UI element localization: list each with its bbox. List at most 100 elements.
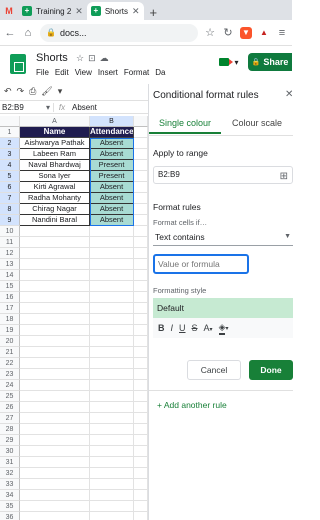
empty-cell[interactable] — [20, 347, 90, 358]
empty-cell[interactable] — [90, 391, 134, 402]
empty-cell[interactable] — [90, 325, 134, 336]
name-cell[interactable]: Chirag Nagar — [20, 204, 90, 215]
empty-cell[interactable] — [20, 259, 90, 270]
empty-cell[interactable] — [20, 270, 90, 281]
empty-cell[interactable] — [134, 402, 148, 413]
empty-cell[interactable] — [134, 490, 148, 501]
empty-cell[interactable] — [134, 193, 148, 204]
empty-cell[interactable] — [90, 457, 134, 468]
attendance-cell[interactable]: Present — [90, 171, 134, 182]
row-header[interactable]: 14 — [0, 270, 20, 281]
row-header[interactable]: 25 — [0, 391, 20, 402]
empty-cell[interactable] — [134, 424, 148, 435]
empty-cell[interactable] — [90, 490, 134, 501]
formula-input[interactable]: Absent — [70, 103, 97, 112]
column-header-a[interactable]: A — [20, 116, 90, 127]
empty-cell[interactable] — [134, 512, 148, 520]
text-color-button[interactable]: A▾ — [204, 323, 213, 333]
empty-cell[interactable] — [90, 501, 134, 512]
tab-single-colour[interactable]: Single colour — [149, 118, 221, 134]
empty-cell[interactable] — [90, 237, 134, 248]
meet-button[interactable]: ▾ — [218, 54, 240, 70]
empty-cell[interactable] — [134, 226, 148, 237]
new-tab-button[interactable]: + — [144, 5, 164, 20]
empty-cell[interactable] — [134, 270, 148, 281]
row-header[interactable]: 8 — [0, 204, 20, 215]
row-header[interactable]: 11 — [0, 237, 20, 248]
tab-training-2[interactable]: + Training 2 ✕ — [18, 2, 87, 20]
style-preset-dropdown[interactable]: Default — [153, 298, 293, 318]
menu-icon[interactable]: ≡ — [276, 27, 288, 39]
empty-cell[interactable] — [90, 413, 134, 424]
paint-format-icon[interactable]: 🖌 — [41, 86, 52, 97]
tab-gmail[interactable]: M — [0, 2, 18, 20]
empty-cell[interactable] — [134, 182, 148, 193]
row-header[interactable]: 1 — [0, 127, 20, 138]
empty-cell[interactable] — [20, 391, 90, 402]
row-header[interactable]: 16 — [0, 292, 20, 303]
empty-cell[interactable] — [90, 347, 134, 358]
close-icon[interactable]: ✕ — [75, 6, 83, 17]
name-cell[interactable]: Aishwarya Pathak — [20, 138, 90, 149]
undo-icon[interactable]: ↶ — [4, 86, 12, 97]
empty-cell[interactable] — [20, 303, 90, 314]
attendance-cell[interactable]: Absent — [90, 204, 134, 215]
row-header[interactable]: 24 — [0, 380, 20, 391]
empty-cell[interactable] — [134, 347, 148, 358]
attendance-cell[interactable]: Absent — [90, 215, 134, 226]
done-button[interactable]: Done — [249, 360, 293, 380]
condition-dropdown[interactable]: Text contains ▼ — [153, 230, 293, 246]
empty-cell[interactable] — [134, 248, 148, 259]
empty-cell[interactable] — [134, 468, 148, 479]
empty-cell[interactable] — [134, 314, 148, 325]
empty-cell[interactable] — [134, 446, 148, 457]
empty-cell[interactable] — [134, 215, 148, 226]
row-header[interactable]: 12 — [0, 248, 20, 259]
attendance-cell[interactable]: Absent — [90, 182, 134, 193]
empty-cell[interactable] — [20, 314, 90, 325]
empty-cell[interactable] — [90, 226, 134, 237]
home-icon[interactable]: ⌂ — [22, 27, 34, 39]
row-header[interactable]: 23 — [0, 369, 20, 380]
empty-cell[interactable] — [90, 303, 134, 314]
add-rule-button[interactable]: + Add another rule — [157, 400, 227, 410]
menu-edit[interactable]: Edit — [55, 68, 69, 77]
empty-cell[interactable] — [134, 325, 148, 336]
row-header[interactable]: 15 — [0, 281, 20, 292]
empty-cell[interactable] — [134, 391, 148, 402]
name-cell[interactable]: Naval Bhardwaj — [20, 160, 90, 171]
empty-cell[interactable] — [134, 204, 148, 215]
empty-cell[interactable] — [134, 292, 148, 303]
empty-cell[interactable] — [134, 171, 148, 182]
empty-cell[interactable] — [20, 358, 90, 369]
name-cell[interactable]: Labeen Ram — [20, 149, 90, 160]
row-header[interactable]: 3 — [0, 149, 20, 160]
empty-cell[interactable] — [90, 479, 134, 490]
empty-cell[interactable] — [20, 413, 90, 424]
bookmark-icon[interactable]: ☆ — [204, 26, 216, 39]
row-header[interactable]: 21 — [0, 347, 20, 358]
range-field[interactable]: B2:B9 ⊞ — [153, 166, 293, 184]
empty-cell[interactable] — [134, 369, 148, 380]
row-header[interactable]: 20 — [0, 336, 20, 347]
row-header[interactable]: 4 — [0, 160, 20, 171]
empty-cell[interactable] — [134, 501, 148, 512]
empty-cell[interactable] — [134, 303, 148, 314]
empty-cell[interactable] — [90, 292, 134, 303]
italic-button[interactable]: I — [171, 323, 174, 333]
empty-cell[interactable] — [90, 281, 134, 292]
empty-cell[interactable] — [20, 226, 90, 237]
header-cell[interactable]: Attendance — [90, 127, 134, 138]
underline-button[interactable]: U — [179, 323, 186, 333]
redo-icon[interactable]: ↷ — [17, 86, 25, 97]
name-cell[interactable]: Kirti Agrawal — [20, 182, 90, 193]
close-icon[interactable]: ✕ — [132, 6, 140, 17]
empty-cell[interactable] — [20, 380, 90, 391]
empty-cell[interactable] — [20, 325, 90, 336]
empty-cell[interactable] — [20, 424, 90, 435]
empty-cell[interactable] — [20, 468, 90, 479]
cloud-icon[interactable]: ☁ — [100, 53, 113, 63]
tab-shorts[interactable]: + Shorts ✕ — [86, 2, 144, 20]
empty-cell[interactable] — [90, 402, 134, 413]
attendance-cell[interactable]: Present — [90, 160, 134, 171]
